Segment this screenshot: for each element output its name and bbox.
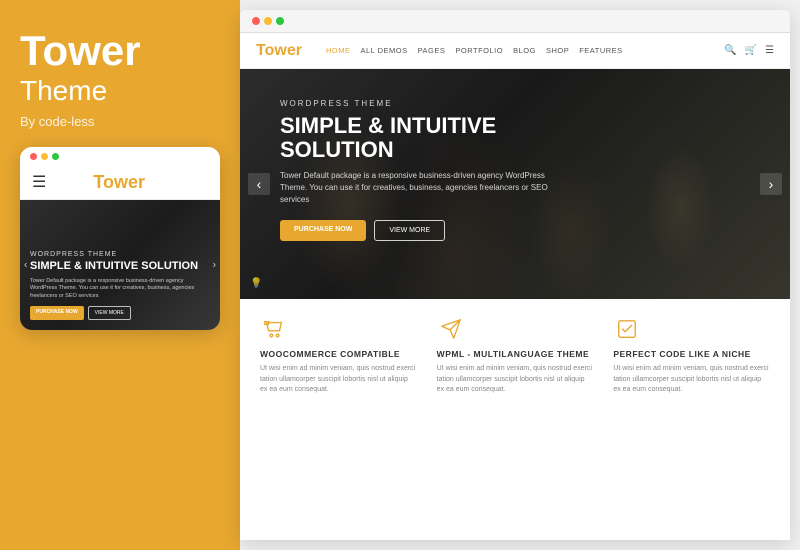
check-feature-icon (616, 318, 638, 340)
cart-feature-icon (263, 318, 285, 340)
mobile-dot-red (30, 153, 37, 160)
hero-title: SIMPLE & INTUITIVE SOLUTION (280, 114, 560, 162)
browser-dot-red (252, 17, 260, 25)
mobile-window-dots (30, 153, 59, 160)
mobile-dot-yellow (41, 153, 48, 160)
theme-subtitle: Theme (20, 74, 220, 108)
mobile-hero: ‹ › WORDPRESS THEME SIMPLE & INTUITIVE S… (20, 200, 220, 330)
mobile-hero-content: WORDPRESS THEME SIMPLE & INTUITIVE SOLUT… (30, 251, 210, 319)
feature-woocommerce-title: WOOCOMMERCE COMPATIBLE (260, 349, 417, 359)
feature-check-icon-wrap (613, 315, 641, 343)
site-features: WOOCOMMERCE COMPATIBLE Ut wisi enim ad m… (240, 299, 790, 540)
feature-wpml-title: WPML - MULTILANGUAGE THEME (437, 349, 594, 359)
search-icon[interactable]: 🔍 (724, 45, 736, 56)
cart-icon[interactable]: 🛒 (745, 45, 757, 56)
nav-links: HOME ALL DEMOS PAGES PORTFOLIO BLOG SHOP… (326, 46, 710, 55)
nav-home[interactable]: HOME (326, 46, 351, 55)
mobile-nav: ☰ Tower (20, 166, 220, 200)
mobile-hero-text: Tower Default package is a responsive bu… (30, 278, 210, 301)
browser-window-dots (252, 17, 284, 25)
feature-code-text: Ut wisi enim ad minim veniam, quis nostr… (613, 364, 770, 396)
mobile-prev-arrow[interactable]: ‹ (24, 259, 27, 270)
right-panel: Tower HOME ALL DEMOS PAGES PORTFOLIO BLO… (240, 0, 800, 550)
browser-dot-yellow (264, 17, 272, 25)
mobile-hero-label: WORDPRESS THEME (30, 251, 210, 258)
mobile-top-bar (20, 147, 220, 166)
feature-wpml: WPML - MULTILANGUAGE THEME Ut wisi enim … (437, 315, 594, 524)
menu-icon[interactable]: ☰ (765, 45, 774, 56)
nav-icons: 🔍 🛒 ☰ (724, 45, 774, 56)
mobile-dot-green (52, 153, 59, 160)
hero-next-arrow[interactable]: › (760, 173, 782, 195)
feature-code: PERFECT CODE LIKE A NICHE Ut wisi enim a… (613, 315, 770, 524)
browser-window: Tower HOME ALL DEMOS PAGES PORTFOLIO BLO… (240, 10, 790, 540)
mobile-hero-buttons: PURCHASE NOW VIEW MORE (30, 306, 210, 320)
feature-woocommerce: WOOCOMMERCE COMPATIBLE Ut wisi enim ad m… (260, 315, 417, 524)
hero-content: WORDPRESS THEME SIMPLE & INTUITIVE SOLUT… (240, 69, 600, 271)
mobile-hero-title: SIMPLE & INTUITIVE SOLUTION (30, 260, 210, 273)
nav-features[interactable]: FEATURES (579, 46, 622, 55)
nav-blog[interactable]: BLOG (513, 46, 536, 55)
nav-portfolio[interactable]: PORTFOLIO (455, 46, 503, 55)
hero-indicator: 💡 (250, 278, 262, 289)
left-panel: Tower Theme By code-less ☰ Tower ‹ › WOR… (0, 0, 240, 550)
mobile-viewmore-button[interactable]: VIEW MORE (88, 306, 131, 320)
mobile-hamburger-icon[interactable]: ☰ (32, 172, 46, 192)
nav-pages[interactable]: PAGES (418, 46, 446, 55)
feature-code-title: PERFECT CODE LIKE A NICHE (613, 349, 770, 359)
nav-all-demos[interactable]: ALL DEMOS (360, 46, 407, 55)
mobile-logo-accent: T (93, 172, 103, 192)
site-logo: Tower (256, 42, 302, 60)
mobile-next-arrow[interactable]: › (213, 259, 216, 270)
theme-author: By code-less (20, 114, 220, 129)
mobile-purchase-button[interactable]: PURCHASE NOW (30, 306, 84, 320)
purchase-button[interactable]: PURCHASE NOW (280, 220, 366, 241)
theme-title: Tower (20, 30, 220, 72)
site-wrapper: Tower HOME ALL DEMOS PAGES PORTFOLIO BLO… (240, 33, 790, 540)
site-hero: WORDPRESS THEME SIMPLE & INTUITIVE SOLUT… (240, 69, 790, 299)
plane-feature-icon (440, 318, 462, 340)
hero-desc: Tower Default package is a responsive bu… (280, 170, 560, 206)
viewmore-button[interactable]: VIEW MORE (374, 220, 445, 241)
site-logo-accent: T (256, 42, 265, 59)
mobile-logo: Tower (93, 172, 145, 193)
browser-dot-green (276, 17, 284, 25)
hero-prev-arrow[interactable]: ‹ (248, 173, 270, 195)
feature-cart-icon-wrap (260, 315, 288, 343)
feature-wpml-text: Ut wisi enim ad minim veniam, quis nostr… (437, 364, 594, 396)
hero-wp-label: WORDPRESS THEME (280, 99, 560, 108)
browser-chrome (240, 10, 790, 33)
mobile-mockup: ☰ Tower ‹ › WORDPRESS THEME SIMPLE & INT… (20, 147, 220, 330)
site-nav: Tower HOME ALL DEMOS PAGES PORTFOLIO BLO… (240, 33, 790, 69)
nav-shop[interactable]: SHOP (546, 46, 569, 55)
feature-plane-icon-wrap (437, 315, 465, 343)
hero-buttons: PURCHASE NOW VIEW MORE (280, 220, 560, 241)
feature-woocommerce-text: Ut wisi enim ad minim veniam, quis nostr… (260, 364, 417, 396)
